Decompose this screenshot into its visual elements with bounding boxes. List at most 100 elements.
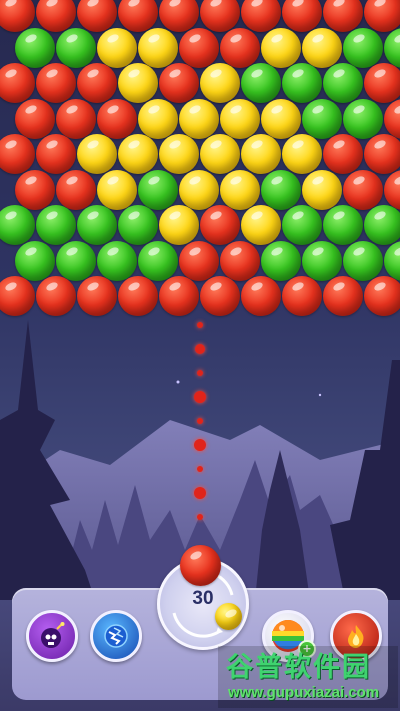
next-bubble[interactable]	[215, 603, 242, 630]
red-bubble	[241, 276, 281, 316]
watermark-url: www.gupuxiazai.com	[228, 684, 380, 701]
green-bubble	[323, 205, 363, 245]
green-bubble	[343, 98, 383, 139]
red-bubble	[0, 63, 35, 103]
red-bubble	[77, 63, 117, 103]
red-bubble	[36, 63, 76, 103]
aim-dot	[194, 487, 206, 499]
red-bubble	[384, 169, 400, 210]
bubble-grid[interactable]	[0, 0, 400, 330]
yellow-bubble	[118, 134, 158, 174]
red-bubble	[77, 0, 117, 32]
bomb-booster-button[interactable]	[26, 610, 78, 662]
yellow-bubble	[282, 134, 322, 174]
watermark-title: 谷普软件园	[226, 652, 371, 682]
red-bubble	[323, 134, 363, 174]
green-bubble	[97, 240, 137, 281]
yellow-bubble	[77, 134, 117, 174]
yellow-bubble	[97, 27, 137, 68]
yellow-bubble	[97, 169, 137, 210]
yellow-bubble	[241, 134, 281, 174]
yellow-bubble	[261, 98, 301, 139]
yellow-bubble	[118, 63, 158, 103]
red-bubble	[282, 0, 322, 32]
aim-dot	[197, 514, 203, 520]
green-bubble	[56, 27, 96, 68]
game-stage[interactable]: + 30 谷普软件园 www.gupuxiazai.com	[0, 0, 400, 711]
yellow-bubble	[179, 98, 219, 139]
green-bubble	[323, 63, 363, 103]
watermark: 谷普软件园 www.gupuxiazai.com	[218, 646, 398, 708]
sparkle-star	[318, 393, 322, 397]
green-bubble	[282, 205, 322, 245]
yellow-bubble	[261, 27, 301, 68]
red-bubble	[343, 169, 383, 210]
skull-bomb-icon	[41, 622, 65, 648]
yellow-bubble	[138, 98, 178, 139]
red-bubble	[159, 0, 199, 32]
red-bubble	[15, 98, 55, 139]
red-bubble	[323, 0, 363, 32]
red-bubble	[36, 0, 76, 32]
aim-dot	[195, 344, 205, 354]
yellow-bubble	[220, 98, 260, 139]
red-bubble	[0, 276, 35, 316]
yellow-bubble	[159, 205, 199, 245]
red-bubble	[241, 0, 281, 32]
aim-dot	[197, 466, 203, 472]
green-bubble	[282, 63, 322, 103]
yellow-bubble	[179, 169, 219, 210]
red-bubble	[77, 276, 117, 316]
red-bubble	[56, 169, 96, 210]
lightning-booster-button[interactable]	[90, 610, 142, 662]
red-bubble	[179, 27, 219, 68]
green-bubble	[138, 240, 178, 281]
green-bubble	[15, 27, 55, 68]
yellow-bubble	[302, 27, 342, 68]
red-bubble	[15, 169, 55, 210]
green-bubble	[343, 27, 383, 68]
aim-dot	[194, 391, 206, 403]
red-bubble	[56, 98, 96, 139]
green-bubble	[384, 27, 400, 68]
red-bubble	[364, 134, 400, 174]
green-bubble	[56, 240, 96, 281]
red-bubble	[200, 276, 240, 316]
red-bubble	[364, 276, 400, 316]
green-bubble	[241, 63, 281, 103]
aim-dot	[194, 439, 206, 451]
green-bubble	[118, 205, 158, 245]
green-bubble	[0, 205, 35, 245]
red-bubble	[364, 0, 400, 32]
yellow-bubble	[241, 205, 281, 245]
red-bubble	[36, 276, 76, 316]
red-bubble	[200, 205, 240, 245]
red-bubble	[323, 276, 363, 316]
red-bubble	[179, 240, 219, 281]
red-bubble	[282, 276, 322, 316]
red-bubble	[36, 134, 76, 174]
yellow-bubble	[159, 134, 199, 174]
red-bubble	[220, 240, 260, 281]
yellow-bubble	[200, 63, 240, 103]
red-bubble	[97, 98, 137, 139]
red-bubble	[159, 63, 199, 103]
aim-dot	[197, 322, 203, 328]
green-bubble	[36, 205, 76, 245]
yellow-bubble	[220, 169, 260, 210]
green-bubble	[77, 205, 117, 245]
red-bubble	[159, 276, 199, 316]
red-bubble	[220, 27, 260, 68]
red-bubble	[0, 134, 35, 174]
green-bubble	[15, 240, 55, 281]
aim-dot	[197, 370, 203, 376]
lightning-icon	[104, 624, 128, 648]
yellow-bubble	[200, 134, 240, 174]
green-bubble	[261, 169, 301, 210]
yellow-bubble	[302, 169, 342, 210]
current-bubble[interactable]	[180, 545, 221, 586]
green-bubble	[261, 240, 301, 281]
green-bubble	[302, 240, 342, 281]
red-bubble	[384, 98, 400, 139]
red-bubble	[118, 276, 158, 316]
